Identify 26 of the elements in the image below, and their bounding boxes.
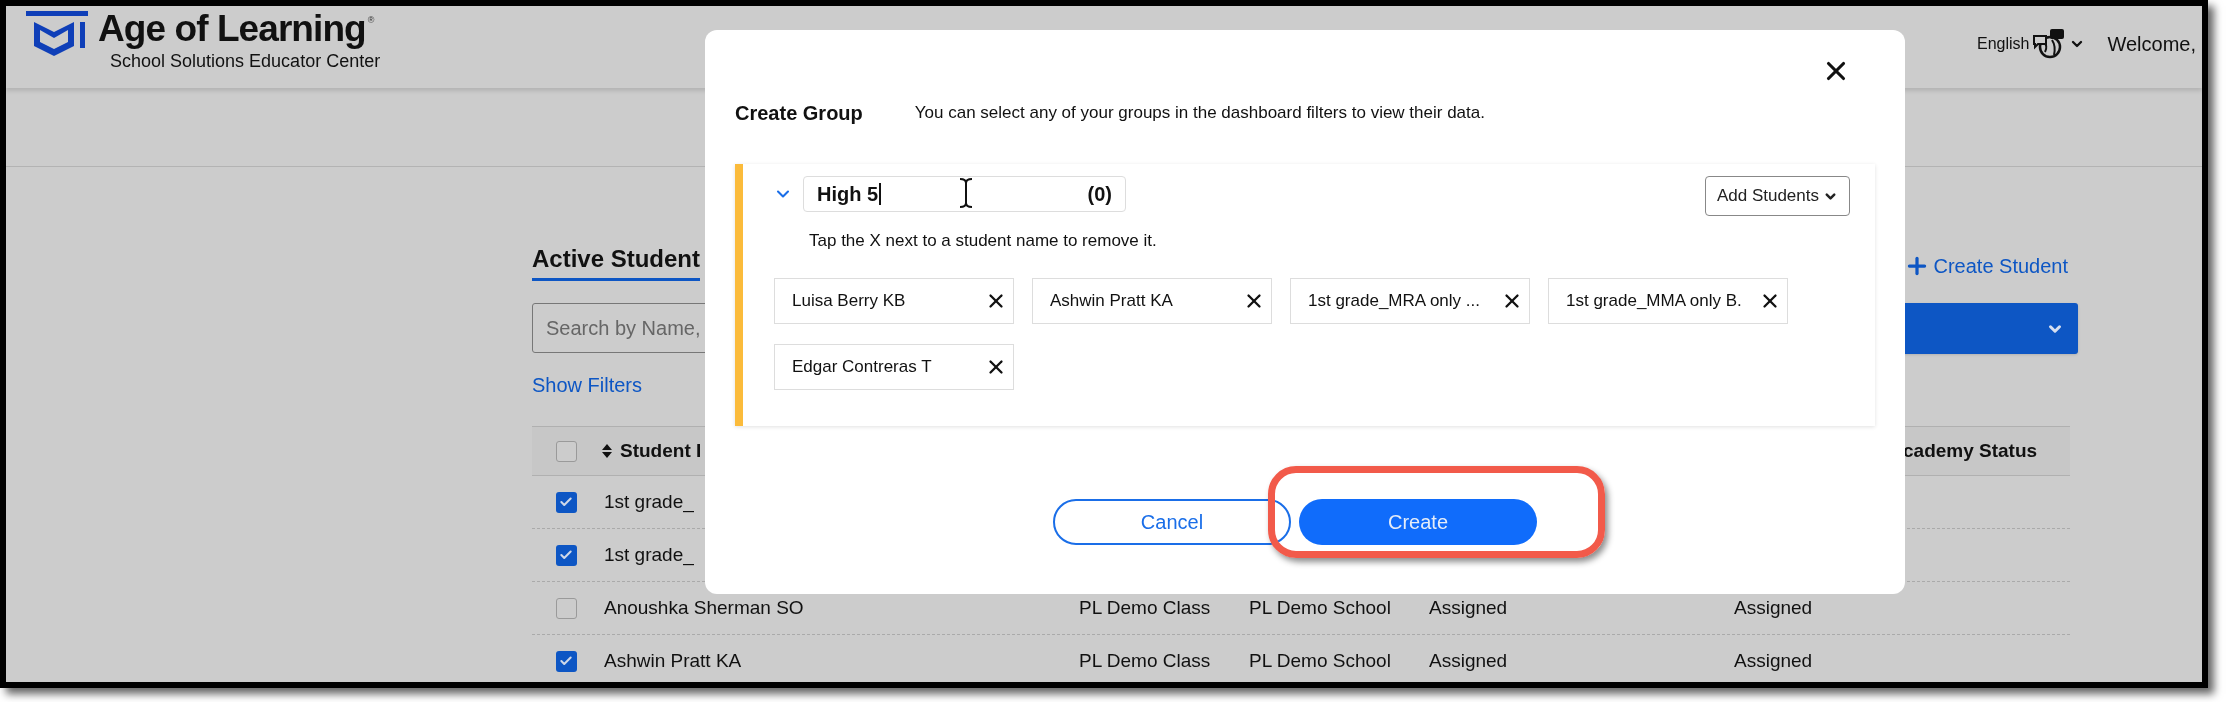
dialog-title: Create Group: [735, 101, 863, 126]
table-cell: Anoushka Sherman SO: [604, 596, 804, 618]
student-chip: 1st grade_MRA only ...: [1290, 277, 1530, 324]
table-cell: PL Demo School: [1249, 596, 1391, 618]
student-chip: Ashwin Pratt KA: [1032, 277, 1272, 324]
student-count: (0): [1087, 182, 1112, 207]
table-cell: Ashwin Pratt KA: [604, 649, 742, 671]
table-cell: PL Demo School: [1249, 649, 1391, 671]
welcome-text: Welcome,: [2107, 32, 2196, 57]
table-cell: Assigned: [1429, 596, 1508, 618]
section-title: Active Student: [532, 241, 701, 281]
brand-subtitle: School Solutions Educator Center: [110, 50, 381, 72]
table-cell: Assigned: [1734, 649, 1813, 671]
student-chip: 1st grade_MMA only B.: [1548, 277, 1788, 324]
dialog-description: You can select any of your groups in the dashboard filters to view their data.: [914, 102, 1485, 125]
table-cell: 1st grade_: [604, 543, 694, 565]
brand-name: Age of Learning: [98, 8, 366, 50]
hint-text: Tap the X next to a student name to remove it.: [809, 230, 1158, 252]
table-cell: 1st grade_: [604, 490, 694, 512]
table-cell: Assigned: [1429, 649, 1508, 671]
table-cell: PL Demo Class: [1079, 649, 1211, 671]
student-chip: Luisa Berry KB: [774, 277, 1014, 324]
student-chip: Edgar Contreras T: [774, 343, 1014, 390]
table-cell: PL Demo Class: [1079, 596, 1211, 618]
registered-mark: ®: [367, 14, 375, 27]
table-cell: Assigned: [1734, 596, 1813, 618]
